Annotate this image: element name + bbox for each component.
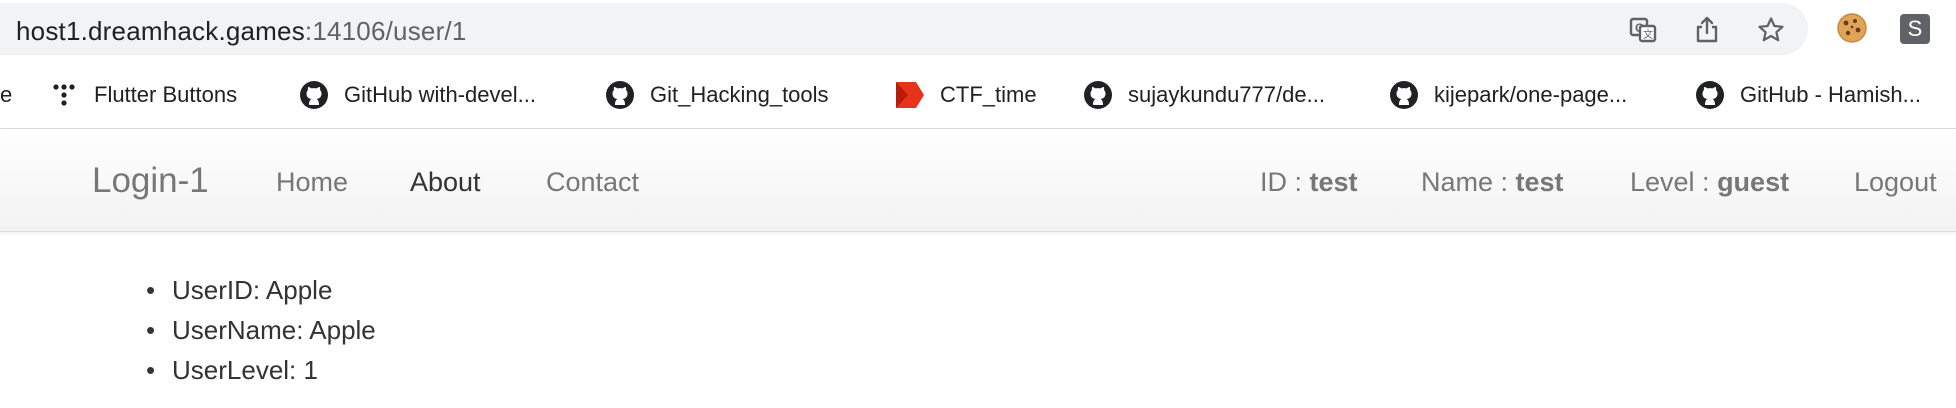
- bookmark-label: Git_Hacking_tools: [650, 82, 829, 107]
- browser-toolbar: host1.dreamhack.games:14106/user/1 G 文: [0, 0, 1956, 58]
- translate-icon[interactable]: G 文: [1628, 15, 1658, 45]
- user-name-info: Name : test: [1421, 167, 1564, 198]
- bookmark-item-ctf-time[interactable]: CTF_time: [894, 78, 1037, 112]
- user-id-label: ID :: [1260, 167, 1310, 197]
- url-host: host1.dreamhack.games: [16, 16, 305, 46]
- bookmark-item-kijepark[interactable]: kijepark/one-page...: [1388, 78, 1627, 112]
- share-icon[interactable]: [1692, 15, 1722, 45]
- github-icon: [1082, 79, 1114, 111]
- bookmark-item-git-hacking-tools[interactable]: Git_Hacking_tools: [604, 78, 829, 112]
- bookmarks-bar: e Flutter Buttons GitHub with-devel... G…: [0, 58, 1956, 129]
- ctftime-icon: [894, 79, 926, 111]
- bookmark-label: kijepark/one-page...: [1434, 82, 1628, 107]
- user-level-info: Level : guest: [1630, 167, 1789, 198]
- bookmark-item-partial[interactable]: e: [0, 78, 12, 112]
- bookmark-item-github-hamish[interactable]: GitHub - Hamish...: [1694, 78, 1921, 112]
- bookmark-label: e: [0, 82, 13, 107]
- site-navbar: Login-1 Home About Contact ID : test Nam…: [0, 129, 1956, 232]
- bookmark-star-icon[interactable]: [1756, 15, 1786, 45]
- github-icon: [298, 79, 330, 111]
- url-path: :14106/user/1: [304, 16, 467, 46]
- address-bar[interactable]: host1.dreamhack.games:14106/user/1 G 文: [0, 3, 1808, 55]
- s-extension-icon[interactable]: S: [1900, 14, 1930, 44]
- nav-link-contact[interactable]: Contact: [546, 167, 639, 198]
- bookmark-label: Flutter Buttons: [94, 82, 238, 107]
- user-level-label: Level :: [1630, 167, 1718, 197]
- github-icon: [1694, 79, 1726, 111]
- user-name-label: Name :: [1421, 167, 1516, 197]
- logout-link[interactable]: Logout: [1854, 167, 1937, 198]
- github-icon: [604, 79, 636, 111]
- nav-link-home[interactable]: Home: [276, 167, 348, 198]
- github-icon: [1388, 79, 1420, 111]
- flutter-dots-icon: [48, 79, 80, 111]
- svg-text:文: 文: [1643, 28, 1653, 41]
- cookie-extension-icon[interactable]: [1836, 12, 1868, 44]
- bookmark-label: GitHub - Hamish...: [1740, 82, 1921, 107]
- bookmark-item-github-with-devel[interactable]: GitHub with-devel...: [298, 78, 536, 112]
- list-item-user-name: UserName: Apple: [146, 310, 376, 350]
- bookmark-label: CTF_time: [940, 82, 1037, 107]
- nav-link-about[interactable]: About: [410, 167, 481, 198]
- user-level-value: guest: [1717, 167, 1790, 197]
- list-item-user-id: UserID: Apple: [146, 270, 376, 310]
- user-name-value: test: [1515, 167, 1564, 197]
- user-id-info: ID : test: [1260, 167, 1358, 198]
- bookmark-item-flutter-buttons[interactable]: Flutter Buttons: [48, 78, 237, 112]
- list-item-user-level: UserLevel: 1: [146, 350, 376, 390]
- bookmark-item-sujaykundu777[interactable]: sujaykundu777/de...: [1082, 78, 1325, 112]
- url-text[interactable]: host1.dreamhack.games:14106/user/1: [16, 16, 467, 47]
- user-info-list: UserID: Apple UserName: Apple UserLevel:…: [146, 270, 376, 390]
- bookmark-label: GitHub with-devel...: [344, 82, 536, 107]
- bookmark-label: sujaykundu777/de...: [1128, 82, 1325, 107]
- brand-link[interactable]: Login-1: [92, 161, 209, 201]
- user-id-value: test: [1309, 167, 1358, 197]
